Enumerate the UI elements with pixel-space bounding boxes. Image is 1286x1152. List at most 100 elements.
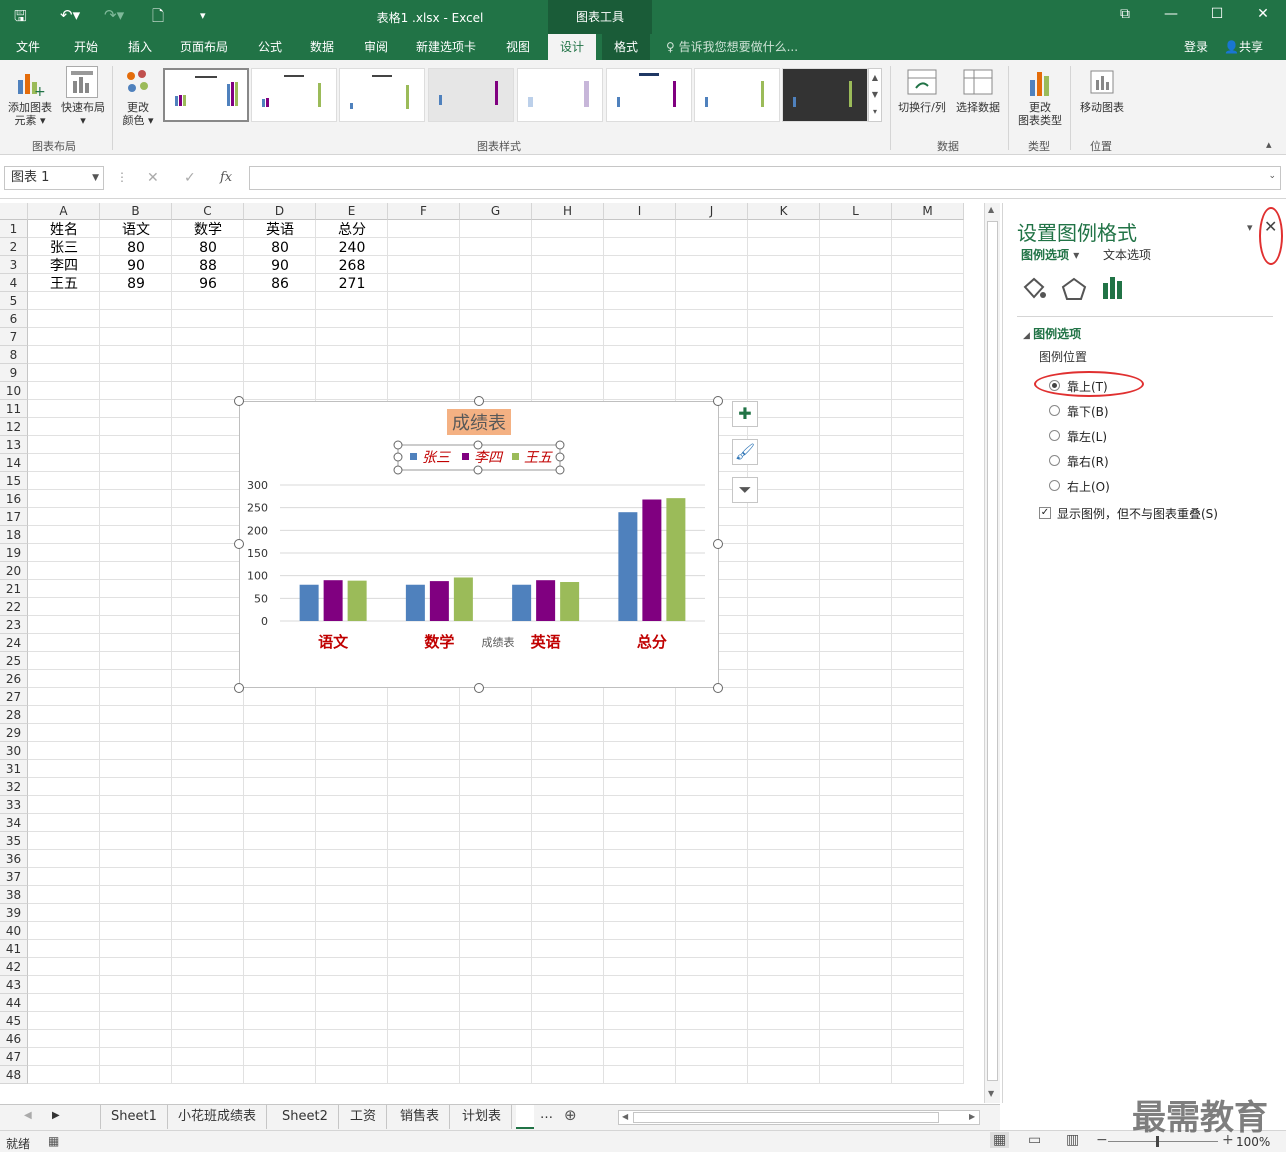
chart-filters-button[interactable]: ⏷ bbox=[732, 477, 758, 503]
row-header[interactable]: 40 bbox=[0, 922, 28, 940]
table-cell[interactable]: 总分 bbox=[316, 221, 388, 239]
pane-options-dropdown-icon[interactable]: ▾ bbox=[1247, 221, 1253, 234]
chart-resize-handle[interactable] bbox=[234, 396, 244, 406]
ribbon-display-icon[interactable]: ⧉ bbox=[1110, 6, 1140, 22]
scroll-down-icon[interactable]: ▼ bbox=[988, 1089, 994, 1098]
row-header[interactable]: 13 bbox=[0, 436, 28, 454]
table-cell[interactable]: 88 bbox=[172, 257, 244, 275]
more-sheets-icon[interactable]: … bbox=[540, 1107, 553, 1122]
row-header[interactable]: 23 bbox=[0, 616, 28, 634]
row-header[interactable]: 1 bbox=[0, 220, 28, 238]
sheet-tab[interactable]: 销售表 bbox=[390, 1105, 451, 1129]
quick-layout-button[interactable]: 快速布局 ▾ bbox=[58, 101, 108, 127]
customize-qat-icon[interactable]: ▾ bbox=[200, 9, 206, 22]
formula-input[interactable]: ⌄ bbox=[249, 166, 1281, 190]
chart-style-8[interactable] bbox=[782, 68, 868, 122]
chart-resize-handle[interactable] bbox=[234, 683, 244, 693]
minimize-icon[interactable]: — bbox=[1156, 6, 1186, 22]
chart-resize-handle[interactable] bbox=[713, 683, 723, 693]
name-box-dropdown-icon[interactable]: ▼ bbox=[92, 167, 99, 189]
new-sheet-icon[interactable]: ⊕ bbox=[564, 1106, 577, 1124]
normal-view-icon[interactable]: ▦ bbox=[990, 1132, 1010, 1148]
tab-design[interactable]: 设计 bbox=[548, 34, 597, 60]
tab-format[interactable]: 格式 bbox=[602, 34, 651, 60]
palette-icon[interactable] bbox=[124, 68, 154, 98]
chart-elements-button[interactable]: ✚ bbox=[732, 401, 758, 427]
table-cell[interactable]: 90 bbox=[100, 257, 172, 275]
tab-home[interactable]: 开始 bbox=[74, 38, 98, 55]
switch-row-column-button[interactable]: 切换行/列 bbox=[894, 101, 950, 114]
row-header[interactable]: 46 bbox=[0, 1030, 28, 1048]
row-header[interactable]: 8 bbox=[0, 346, 28, 364]
tab-file[interactable]: 文件 bbox=[16, 38, 40, 55]
table-cell[interactable]: 英语 bbox=[244, 221, 316, 239]
column-header-e[interactable]: E bbox=[316, 203, 388, 220]
row-header[interactable]: 32 bbox=[0, 778, 28, 796]
move-chart-icon[interactable] bbox=[1088, 68, 1116, 98]
select-data-button[interactable]: 选择数据 bbox=[952, 101, 1004, 114]
tab-formulas[interactable]: 公式 bbox=[258, 38, 282, 55]
row-header[interactable]: 4 bbox=[0, 274, 28, 292]
scroll-up-icon[interactable]: ▲ bbox=[988, 205, 994, 214]
macro-record-icon[interactable]: ▦ bbox=[48, 1134, 59, 1148]
quick-layout-icon[interactable] bbox=[66, 66, 98, 98]
column-header-j[interactable]: J bbox=[676, 203, 748, 220]
row-header[interactable]: 39 bbox=[0, 904, 28, 922]
redo-icon[interactable]: ↷▾ bbox=[104, 6, 124, 24]
table-cell[interactable]: 268 bbox=[316, 257, 388, 275]
table-cell[interactable]: 王五 bbox=[28, 275, 100, 293]
zoom-slider[interactable] bbox=[1108, 1141, 1218, 1142]
scroll-left-icon[interactable]: ◀ bbox=[622, 1112, 628, 1121]
radio-right-control[interactable] bbox=[1049, 455, 1060, 466]
radio-left-control[interactable] bbox=[1049, 430, 1060, 441]
row-header[interactable]: 19 bbox=[0, 544, 28, 562]
chart-style-1[interactable] bbox=[163, 68, 249, 122]
undo-icon[interactable]: ↶▾ bbox=[60, 6, 80, 24]
vertical-scrollbar[interactable]: ▲ ▼ bbox=[984, 203, 1000, 1103]
row-header[interactable]: 21 bbox=[0, 580, 28, 598]
row-header[interactable]: 37 bbox=[0, 868, 28, 886]
row-header[interactable]: 11 bbox=[0, 400, 28, 418]
cancel-icon[interactable]: ✕ bbox=[147, 170, 159, 186]
close-pane-icon[interactable]: ✕ bbox=[1264, 217, 1277, 236]
login-link[interactable]: 登录 bbox=[1184, 38, 1208, 55]
row-header[interactable]: 25 bbox=[0, 652, 28, 670]
column-header-f[interactable]: F bbox=[388, 203, 460, 220]
row-header[interactable]: 22 bbox=[0, 598, 28, 616]
chart-area[interactable]: 成绩表 300 250 200 150 100 50 0 语文 数学 英语 总分 成绩表 张三 李四 王五 bbox=[239, 401, 719, 688]
close-window-icon[interactable]: ✕ bbox=[1248, 6, 1278, 22]
move-chart-button[interactable]: 移动图表 bbox=[1074, 101, 1130, 114]
row-header[interactable]: 15 bbox=[0, 472, 28, 490]
row-header[interactable]: 10 bbox=[0, 382, 28, 400]
row-header[interactable]: 47 bbox=[0, 1048, 28, 1066]
sheet-tab[interactable]: Sheet2 bbox=[272, 1105, 339, 1129]
row-header[interactable]: 35 bbox=[0, 832, 28, 850]
row-header[interactable]: 7 bbox=[0, 328, 28, 346]
scrollbar-thumb[interactable] bbox=[987, 221, 998, 1081]
change-colors-button[interactable]: 更改 颜色 ▾ bbox=[116, 101, 160, 127]
active-sheet-tab[interactable] bbox=[516, 1105, 534, 1129]
row-header[interactable]: 29 bbox=[0, 724, 28, 742]
add-chart-element-icon[interactable]: + bbox=[14, 68, 46, 100]
column-header-a[interactable]: A bbox=[28, 203, 100, 220]
name-box[interactable]: 图表 1 ▼ bbox=[4, 166, 104, 190]
row-header[interactable]: 28 bbox=[0, 706, 28, 724]
select-data-icon[interactable] bbox=[962, 68, 994, 98]
row-header[interactable]: 43 bbox=[0, 976, 28, 994]
radio-bottom-control[interactable] bbox=[1049, 405, 1060, 416]
tab-page-layout[interactable]: 页面布局 bbox=[180, 38, 228, 55]
sheet-tab[interactable]: Sheet1 bbox=[100, 1105, 168, 1129]
tab-review[interactable]: 审阅 bbox=[364, 38, 388, 55]
tab-text-options[interactable]: 文本选项 bbox=[1103, 246, 1151, 263]
row-header[interactable]: 41 bbox=[0, 940, 28, 958]
h-scrollbar-thumb[interactable] bbox=[633, 1112, 939, 1123]
table-cell[interactable]: 89 bbox=[100, 275, 172, 293]
chart-style-6[interactable] bbox=[606, 68, 692, 122]
column-header-i[interactable]: I bbox=[604, 203, 676, 220]
tab-view[interactable]: 视图 bbox=[506, 38, 530, 55]
row-header[interactable]: 30 bbox=[0, 742, 28, 760]
section-legend-options[interactable]: ◢ 图例选项 bbox=[1023, 325, 1081, 342]
column-header-b[interactable]: B bbox=[100, 203, 172, 220]
prev-sheet-icon[interactable]: ◀ bbox=[24, 1110, 32, 1121]
table-cell[interactable]: 姓名 bbox=[28, 221, 100, 239]
